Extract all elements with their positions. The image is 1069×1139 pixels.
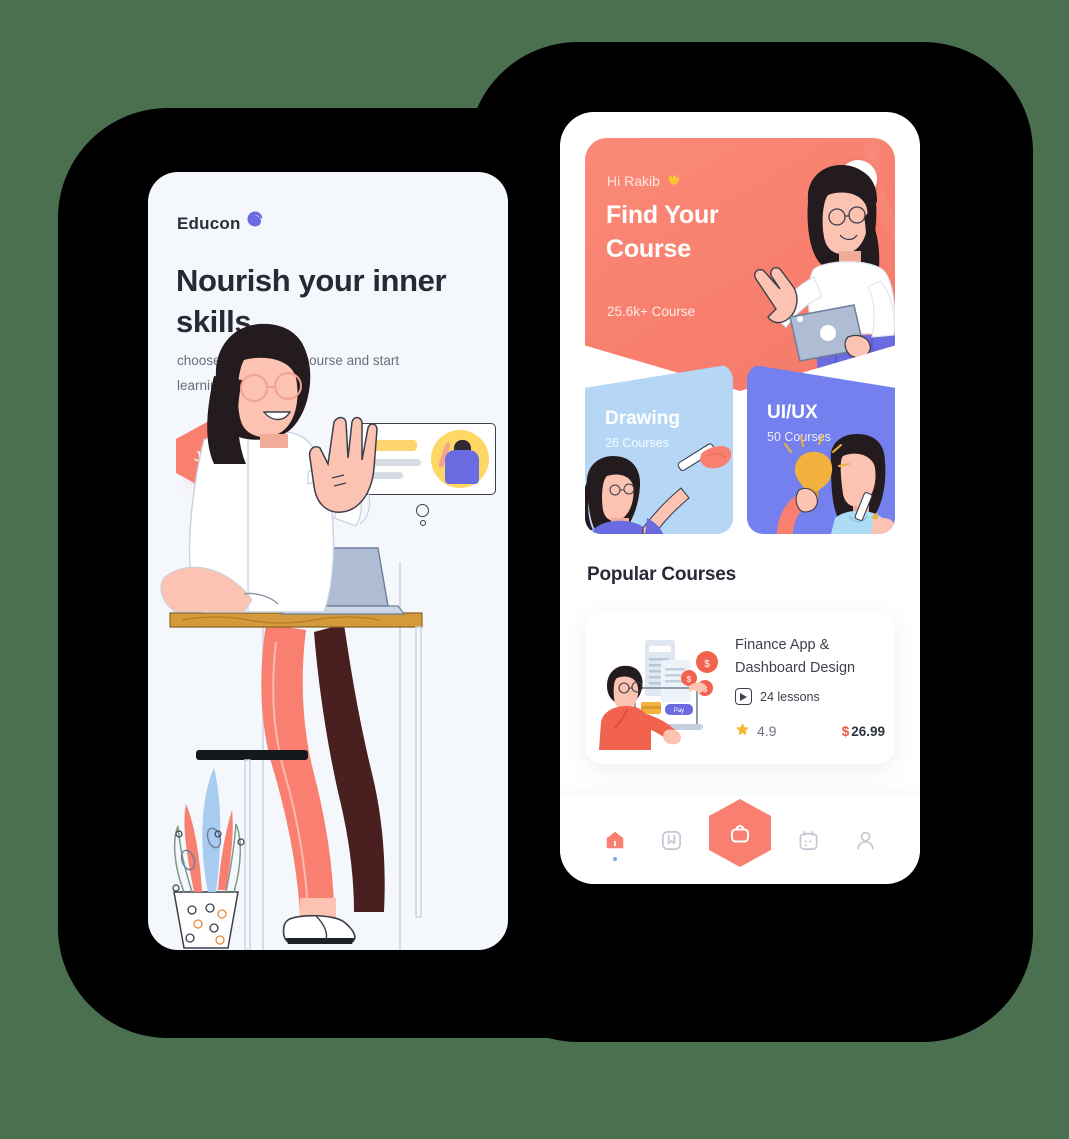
- svg-text:$: $: [687, 675, 692, 684]
- home-icon: [606, 831, 623, 849]
- course-card[interactable]: $ $ $ Pay: [585, 612, 895, 764]
- course-title: Finance App & Dashboard Design: [735, 637, 856, 676]
- svg-text:Pay: Pay: [674, 708, 684, 714]
- profile-icon: [857, 831, 874, 850]
- star-icon: [735, 722, 750, 740]
- girl-with-paintbrush-illustration: [585, 443, 732, 534]
- hero-card[interactable]: Hi Rakib Find Your Course 25.6k+ Course: [585, 138, 895, 391]
- currency-symbol: $: [841, 723, 850, 739]
- hero-title: Find Your Course: [606, 201, 719, 263]
- greeting-row: Hi Rakib: [607, 172, 681, 190]
- nav-item-cart[interactable]: [708, 799, 771, 867]
- greeting-text: Hi Rakib: [607, 173, 660, 189]
- course-price: $26.99: [842, 724, 885, 739]
- lesson-count-text: 24 lessons: [760, 689, 820, 704]
- screenshot-canvas: Educon Nourish your inner skills choose …: [0, 0, 1069, 1139]
- hero-course-count: 25.6k+ Course: [607, 304, 696, 319]
- nav-item-bookmarks[interactable]: [652, 817, 692, 863]
- section-title-popular-courses: Popular Courses: [587, 564, 737, 585]
- active-indicator-dot: [612, 857, 617, 861]
- home-phone-screen: Hi Rakib Find Your Course 25.6k+ Course: [560, 112, 920, 884]
- onboarding-phone-screen: Educon Nourish your inner skills choose …: [148, 172, 508, 950]
- nav-item-profile[interactable]: [845, 817, 885, 863]
- man-holding-laptop-with-finance-illustration: $ $ $ Pay: [599, 640, 718, 750]
- category-title: UI/UX: [767, 402, 818, 423]
- course-rating: 4.9: [735, 722, 776, 740]
- lesson-count-row: 24 lessons: [735, 688, 820, 705]
- course-meta-row: 4.9 $26.99: [735, 722, 885, 740]
- calendar-icon: [799, 830, 818, 850]
- category-card-uiux[interactable]: UI/UX 50 Courses: [747, 364, 895, 534]
- category-title: Drawing: [605, 408, 680, 429]
- two-women-with-lightbulb-illustration: [777, 434, 895, 534]
- bookmark-icon: [662, 830, 682, 850]
- shopping-bag-icon: [731, 825, 749, 843]
- category-card-drawing[interactable]: Drawing 26 Courses: [585, 364, 733, 534]
- waving-hand-emoji: [666, 172, 681, 190]
- svg-text:$: $: [704, 659, 710, 670]
- bottom-navigation: [560, 796, 920, 884]
- price-value: 26.99: [851, 723, 885, 739]
- rating-value: 4.9: [757, 723, 777, 739]
- nav-item-home[interactable]: [595, 817, 635, 863]
- play-button-icon: [735, 688, 752, 705]
- woman-pointing-with-tablet-illustration: [754, 165, 895, 391]
- woman-at-desk-with-laptop-illustration: [160, 323, 423, 950]
- nav-item-calendar[interactable]: [788, 817, 828, 863]
